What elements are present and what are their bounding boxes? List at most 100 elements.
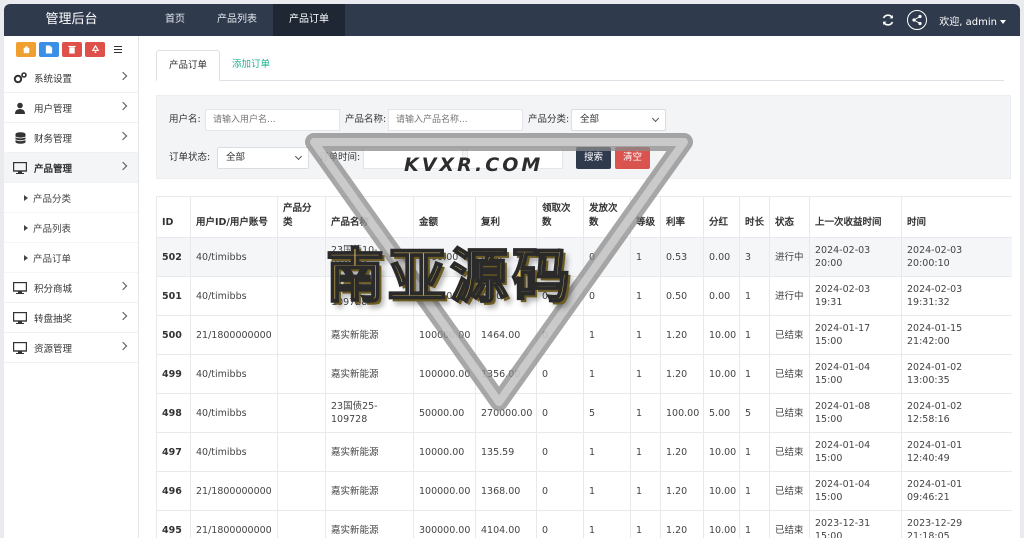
nav-product-orders[interactable]: 产品订单	[273, 4, 345, 36]
table-cell: 1	[739, 510, 770, 538]
search-button[interactable]: 搜索	[576, 147, 612, 169]
refresh-icon[interactable]	[881, 13, 895, 27]
table-cell	[277, 432, 326, 472]
monitor-icon	[12, 311, 28, 324]
table-cell: 40/timibbs	[190, 432, 278, 472]
table-cell: 3	[739, 237, 770, 277]
table-cell: 2024-01-02 13:00:35	[901, 354, 1012, 394]
table-cell: 497	[156, 432, 191, 472]
table-cell: 进行中	[769, 237, 810, 277]
watermark-text: 南亚源码	[325, 241, 575, 311]
table-cell: 100000.00	[413, 315, 476, 355]
table-cell	[277, 471, 326, 511]
table-cell: 1	[630, 510, 661, 538]
table-cell: 1	[630, 354, 661, 394]
table-cell: 1.20	[660, 315, 704, 355]
sidebar-item-label: 转盘抽奖	[34, 313, 73, 325]
table-cell: 1	[739, 432, 770, 472]
table-cell: 2024-02-03 19:31	[809, 276, 902, 316]
table-cell: 21/1800000000	[190, 510, 278, 538]
table-row[interactable]: 496 21/1800000000 嘉实新能源 100000.00 1368.00 0 1 1…	[156, 471, 1012, 511]
table-cell: 已结束	[769, 471, 810, 511]
sidebar-item-system-settings[interactable]: 系统设置	[4, 63, 138, 93]
table-cell: 2024-01-04 15:00	[809, 354, 902, 394]
sidebar-subitem-product-category[interactable]: 产品分类	[4, 183, 138, 213]
top-nav: 首页 产品列表 产品订单	[149, 4, 345, 36]
table-cell: 10.00	[703, 315, 740, 355]
chevron-right-icon	[118, 101, 128, 111]
nav-home[interactable]: 首页	[149, 4, 201, 36]
filter-panel: 用户名: 产品名称: 产品分类: 全部 订单状态: 全部 订单时间: 搜索 清空	[156, 95, 1011, 179]
column-header: 等级	[630, 196, 661, 238]
user-menu[interactable]: 欢迎, admin	[939, 13, 1006, 28]
table-cell: 2024-02-03 19:31:32	[901, 276, 1012, 316]
table-row[interactable]: 502 40/timibbs 23国债10-019703 6500.00 0.00 0 0 1…	[156, 237, 1012, 277]
category-select[interactable]: 全部	[571, 109, 666, 131]
table-cell: 1.20	[660, 432, 704, 472]
table-cell: 40/timibbs	[190, 393, 278, 433]
table-cell: 0.00	[703, 276, 740, 316]
chevron-down-icon	[651, 114, 660, 123]
order-status-select-value: 全部	[226, 152, 246, 163]
table-row[interactable]: 500 21/1800000000 嘉实新能源 100000.00 1464.00 0 1 1…	[156, 315, 1012, 355]
tab-add-order[interactable]: 添加订单	[220, 50, 282, 81]
trash-shortcut-button[interactable]	[62, 42, 82, 57]
username-input[interactable]	[205, 109, 340, 131]
sidebar-subitem-product-orders[interactable]: 产品订单	[4, 243, 138, 273]
file-icon	[45, 45, 53, 54]
nav-product-list[interactable]: 产品列表	[201, 4, 273, 36]
table-cell	[277, 393, 326, 433]
table-row[interactable]: 499 40/timibbs 嘉实新能源 100000.00 1356.00 0 1 1 1.2…	[156, 354, 1012, 394]
table-header-row: ID 用户ID/用户账号 产品分类 产品名称 金额 复利 领取次数 发放次数 等级 利率 分红 时长状…	[156, 196, 1012, 238]
table-row[interactable]: 497 40/timibbs 嘉实新能源 10000.00 135.59 0 1 1 1.20 1…	[156, 432, 1012, 472]
sidebar-item-product-management[interactable]: 产品管理	[4, 153, 138, 183]
table-cell: 已结束	[769, 315, 810, 355]
sidebar-item-label: 用户管理	[34, 103, 73, 115]
avatar[interactable]	[907, 10, 928, 30]
table-cell: 1	[630, 276, 661, 316]
table-cell: 1464.00	[475, 315, 537, 355]
sidebar-item-finance-management[interactable]: 财务管理	[4, 123, 138, 153]
table-cell: 2024-01-01 12:40:49	[901, 432, 1012, 472]
table-cell: 270000.00	[475, 393, 537, 433]
table-cell: 0	[583, 276, 631, 316]
home-shortcut-button[interactable]	[16, 42, 36, 57]
sidebar-subitem-label: 产品列表	[33, 223, 72, 235]
table-row[interactable]: 495 21/1800000000 嘉实新能源 300000.00 4104.00 0 1 1…	[156, 510, 1012, 538]
table-row[interactable]: 498 40/timibbs 23国债25-109728 50000.00 270000…	[156, 393, 1012, 433]
file-shortcut-button[interactable]	[39, 42, 59, 57]
sidebar-item-label: 产品管理	[34, 163, 73, 175]
table-cell: 嘉实新能源	[325, 354, 414, 394]
recycle-icon	[91, 45, 99, 54]
table-cell: 1	[583, 510, 631, 538]
table-cell: 495	[156, 510, 191, 538]
table-cell: 0	[583, 237, 631, 277]
table-cell: 50000.00	[413, 393, 476, 433]
chevron-down-icon	[294, 152, 303, 161]
product-name-input[interactable]	[388, 109, 523, 131]
order-status-select[interactable]: 全部	[217, 147, 309, 169]
username-label: 用户名:	[169, 114, 201, 125]
trash-icon	[68, 45, 76, 54]
recycle-shortcut-button[interactable]	[85, 42, 105, 57]
home-icon	[22, 45, 30, 54]
table-cell: 1	[739, 315, 770, 355]
sidebar-item-user-management[interactable]: 用户管理	[4, 93, 138, 123]
sidebar-item-points-mall[interactable]: 积分商城	[4, 273, 138, 303]
sidebar-item-label: 积分商城	[34, 283, 73, 295]
list-toggle-icon[interactable]	[108, 42, 128, 57]
table-row[interactable]: 501 40/timibbs 23国债25-109728 1000.00 0.00 0 0 1…	[156, 276, 1012, 316]
column-header: 利率	[660, 196, 704, 238]
table-cell	[277, 510, 326, 538]
clear-button[interactable]: 清空	[615, 147, 651, 169]
table-body: 502 40/timibbs 23国债10-019703 6500.00 0.00 0 0 1…	[156, 237, 1012, 538]
caret-right-icon	[24, 254, 28, 261]
sidebar: 系统设置 用户管理 财务管理 产品管理 产品分类 产品列表 产品订单 积分商城 …	[4, 36, 139, 538]
table-cell: 2024-01-08 15:00	[809, 393, 902, 433]
sidebar-item-lucky-wheel[interactable]: 转盘抽奖	[4, 303, 138, 333]
chevron-right-icon	[118, 131, 128, 141]
sidebar-item-resource-management[interactable]: 资源管理	[4, 333, 138, 363]
tab-product-orders[interactable]: 产品订单	[156, 50, 221, 81]
table-cell: 1.20	[660, 471, 704, 511]
sidebar-subitem-product-list[interactable]: 产品列表	[4, 213, 138, 243]
